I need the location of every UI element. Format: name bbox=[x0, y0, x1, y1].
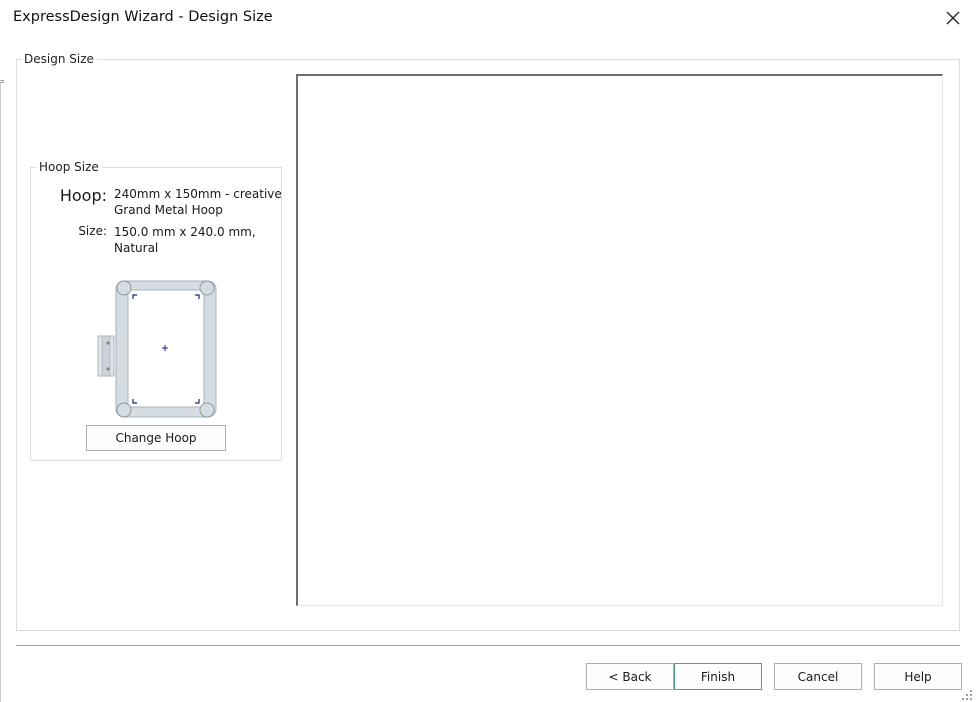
size-label: Size: bbox=[78, 224, 107, 238]
close-button[interactable] bbox=[935, 2, 971, 34]
design-preview-area[interactable] bbox=[296, 74, 943, 606]
hoop-value: 240mm x 150mm - creative Grand Metal Hoo… bbox=[114, 187, 282, 217]
title-bar: ExpressDesign Wizard - Design Size bbox=[0, 0, 977, 38]
hoop-diagram-icon bbox=[97, 280, 217, 418]
back-button[interactable]: < Back bbox=[586, 663, 674, 690]
close-icon bbox=[946, 11, 960, 25]
finish-button[interactable]: Finish bbox=[674, 663, 762, 690]
window-title: ExpressDesign Wizard - Design Size bbox=[13, 9, 273, 25]
footer-separator bbox=[16, 645, 960, 646]
size-value: 150.0 mm x 240.0 mm, Natural bbox=[114, 225, 256, 255]
resize-grip-icon[interactable] bbox=[960, 688, 974, 702]
change-hoop-button[interactable]: Change Hoop bbox=[86, 425, 226, 451]
hoop-size-legend: Hoop Size bbox=[36, 160, 102, 174]
help-button[interactable]: Help bbox=[874, 663, 962, 690]
window-edge bbox=[0, 80, 4, 702]
design-size-legend: Design Size bbox=[21, 52, 97, 66]
hoop-label: Hoop: bbox=[59, 186, 107, 205]
cancel-button[interactable]: Cancel bbox=[774, 663, 862, 690]
